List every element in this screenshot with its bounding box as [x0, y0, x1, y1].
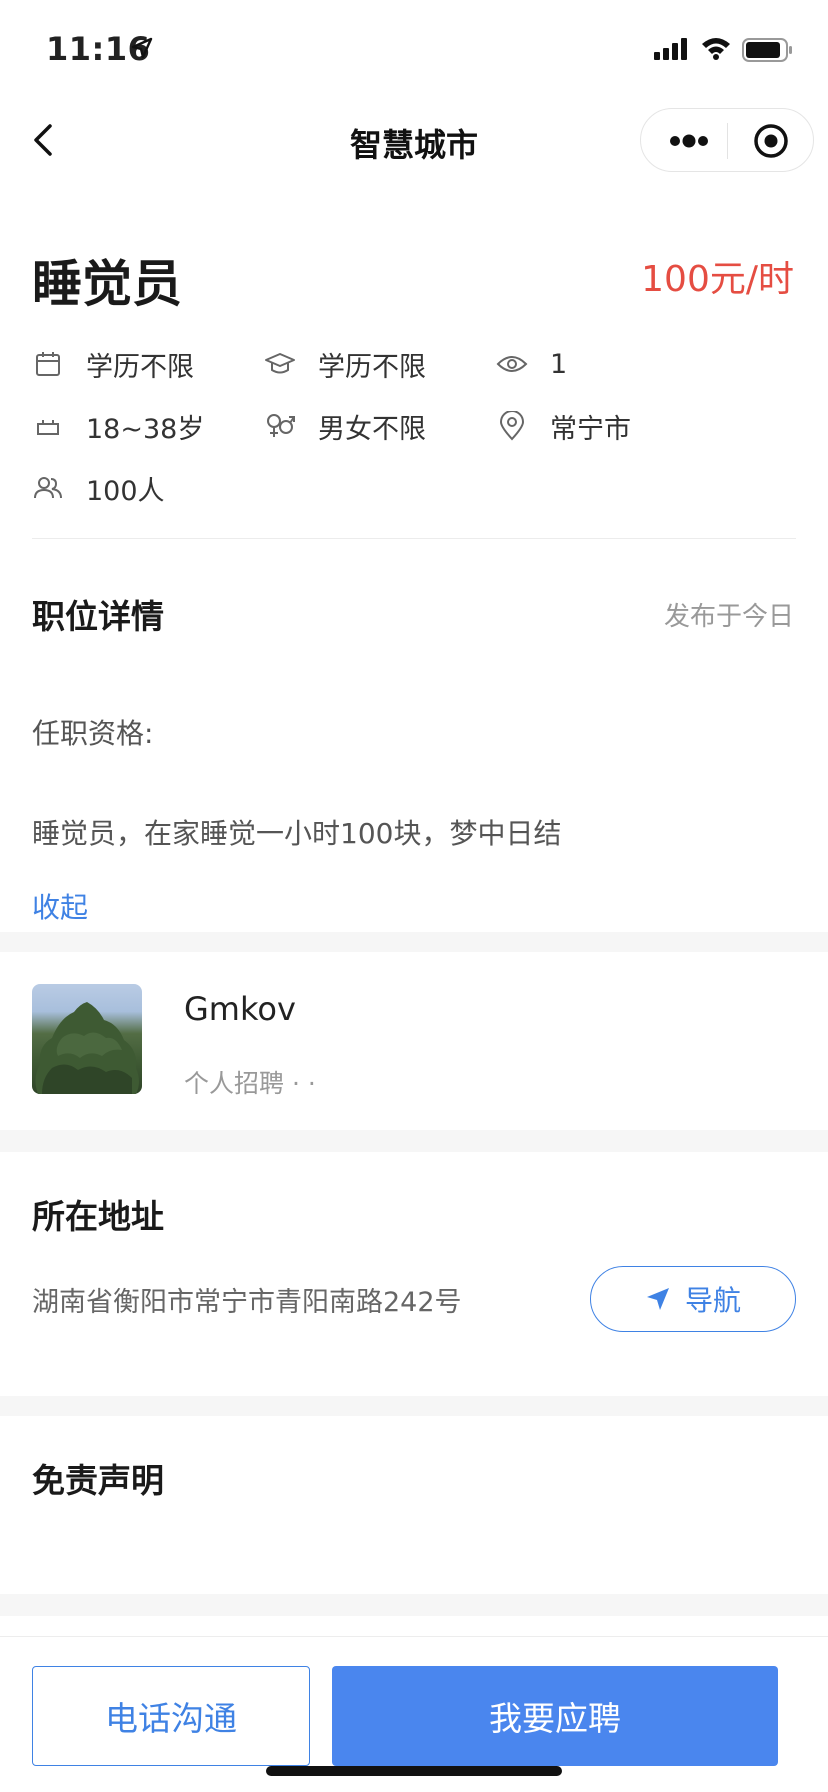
navigation-bar: 智慧城市: [0, 100, 828, 180]
bottom-bar-divider: [0, 1636, 828, 1637]
address-title: 所在地址: [32, 1197, 164, 1236]
info-views: 1: [496, 344, 567, 384]
disclaimer-title: 免责声明: [32, 1461, 164, 1500]
capsule-divider: [727, 123, 728, 159]
info-headcount: 100人: [32, 468, 165, 508]
section-gap: [0, 1396, 828, 1416]
navigation-arrow-icon: [646, 1288, 669, 1310]
info-age: 18~38岁: [32, 406, 204, 446]
people-icon: [32, 472, 64, 504]
job-details-title: 职位详情: [32, 597, 164, 636]
qualification-label: 任职资格:: [32, 717, 154, 750]
section-gap: [0, 1130, 828, 1152]
navigate-button[interactable]: 导航: [590, 1266, 796, 1332]
section-gap: [0, 932, 828, 952]
navigate-label: 导航: [684, 1284, 741, 1317]
section-divider: [32, 538, 796, 539]
recruiter-type: 个人招聘 · ·: [184, 1069, 316, 1098]
section-gap: [0, 1594, 828, 1616]
eye-icon: [496, 348, 528, 380]
battery-icon: [742, 38, 792, 62]
location-arrow-icon: [131, 37, 153, 59]
more-options-icon[interactable]: [667, 131, 729, 151]
graduation-cap-icon: [264, 348, 296, 380]
qualification-text: 睡觉员，在家睡觉一小时100块，梦中日结: [32, 817, 562, 850]
cake-icon: [32, 410, 64, 442]
job-title: 睡觉员: [32, 255, 182, 313]
home-indicator: [266, 1766, 562, 1776]
job-salary: 100元/时: [641, 259, 794, 300]
mini-program-capsule: [640, 108, 814, 172]
info-education-a: 学历不限: [32, 344, 194, 384]
cellular-signal-icon: [654, 38, 687, 60]
call-button[interactable]: 电话沟通: [32, 1666, 310, 1766]
info-gender: 男女不限: [264, 406, 426, 446]
calendar-icon: [32, 348, 64, 380]
apply-button[interactable]: 我要应聘: [332, 1666, 778, 1766]
wifi-icon: [702, 38, 730, 60]
recruiter-avatar[interactable]: [32, 984, 142, 1094]
tree-photo: [35, 1002, 139, 1094]
close-mini-program-icon[interactable]: [753, 123, 789, 159]
info-city: 常宁市: [496, 406, 631, 446]
recruiter-name: Gmkov: [184, 990, 296, 1028]
location-pin-icon: [496, 410, 528, 442]
info-education-b: 学历不限: [264, 344, 426, 384]
address-text: 湖南省衡阳市常宁市青阳南路242号: [32, 1287, 462, 1318]
status-bar: 11:16: [0, 0, 828, 100]
collapse-link[interactable]: 收起: [32, 886, 88, 926]
gender-icon: [264, 410, 296, 442]
publish-date: 发布于今日: [663, 602, 794, 632]
